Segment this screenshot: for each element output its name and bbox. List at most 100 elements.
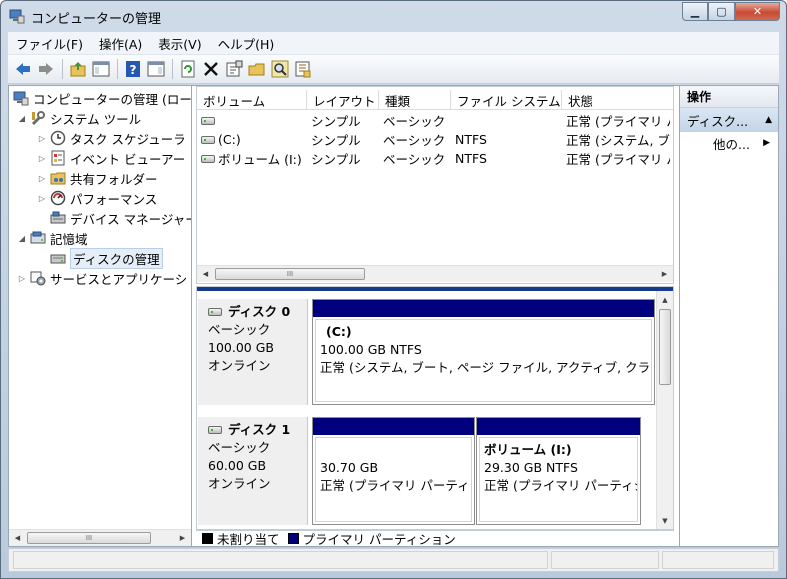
help-button[interactable]: ? <box>122 58 144 80</box>
menu-view[interactable]: 表示(V) <box>150 34 209 53</box>
volume-filesystem: NTFS <box>455 132 487 147</box>
submenu-arrow-icon: ▶ <box>763 138 770 148</box>
partition-c[interactable]: (C:) 100.00 GB NTFS 正常 (システム, ブート, ページ フ… <box>312 299 655 405</box>
column-header-filesystem[interactable]: ファイル システム <box>451 90 562 110</box>
forward-button[interactable] <box>35 58 57 80</box>
maximize-button[interactable]: ▢ <box>708 2 735 21</box>
action-other-operations[interactable]: 他の... ▶ <box>680 132 778 154</box>
disk-state: オンライン <box>208 476 271 491</box>
tree-node-shared-folders[interactable]: ▷ 共有フォルダー <box>37 168 158 188</box>
back-icon <box>16 63 30 75</box>
tree-node-services-applications[interactable]: ▷ サービスとアプリケーシ <box>17 268 187 288</box>
expand-arrow-icon[interactable]: ▷ <box>37 154 47 163</box>
tree-node-system-tools[interactable]: ◢ システム ツール <box>17 108 141 128</box>
volume-row[interactable]: ボリューム (I:) シンプル ベーシック NTFS 正常 (プライマリ パ <box>197 149 670 168</box>
svg-text:?: ? <box>130 63 137 77</box>
collapse-up-icon[interactable]: ▲ <box>765 115 772 125</box>
tree-label: 共有フォルダー <box>70 171 158 187</box>
up-folder-button[interactable] <box>67 58 89 80</box>
tree-node-computer-management[interactable]: コンピューターの管理 (ロー <box>13 88 192 108</box>
scroll-right-arrow-icon[interactable]: ▶ <box>656 266 673 282</box>
scroll-left-arrow-icon[interactable]: ◀ <box>197 266 214 282</box>
tree-node-disk-management[interactable]: ディスクの管理 <box>50 247 163 269</box>
properties-button[interactable] <box>223 58 245 80</box>
scroll-thumb[interactable]: III <box>215 268 365 280</box>
back-button[interactable] <box>12 58 34 80</box>
menu-file[interactable]: ファイル(F) <box>8 34 91 53</box>
export-list-button[interactable] <box>292 58 314 80</box>
tree-node-performance[interactable]: ▷ パフォーマンス <box>37 188 157 208</box>
column-header-status[interactable]: 状態 <box>562 90 673 110</box>
tree-node-task-scheduler[interactable]: ▷ タスク スケジューラ <box>37 128 186 148</box>
tree-label: システム ツール <box>50 111 142 127</box>
close-icon: ✕ <box>752 5 763 18</box>
close-button[interactable]: ✕ <box>735 2 780 21</box>
volume-type: ベーシック <box>383 152 446 167</box>
menu-help[interactable]: ヘルプ(H) <box>210 34 283 53</box>
scroll-down-arrow-icon[interactable]: ▼ <box>657 512 673 529</box>
toolbar-separator <box>62 59 63 79</box>
search-icon <box>271 60 289 78</box>
event-viewer-icon <box>50 150 66 166</box>
volume-type: ベーシック <box>383 133 446 148</box>
collapse-arrow-icon[interactable]: ◢ <box>17 234 27 243</box>
graph-vertical-scrollbar[interactable]: ▲ ▼ <box>656 291 673 529</box>
volume-row[interactable]: (C:) シンプル ベーシック NTFS 正常 (システム, ブー <box>197 130 670 149</box>
collapse-arrow-icon[interactable]: ◢ <box>17 114 27 123</box>
status-segment <box>551 551 659 569</box>
scroll-up-arrow-icon[interactable]: ▲ <box>657 291 673 308</box>
tree-node-device-manager[interactable]: デバイス マネージャー <box>50 208 192 228</box>
list-horizontal-scrollbar[interactable]: ◀ III ▶ <box>197 265 673 282</box>
volume-filesystem: NTFS <box>455 151 487 166</box>
delete-button[interactable] <box>200 58 222 80</box>
expand-arrow-icon[interactable]: ▷ <box>37 174 47 183</box>
disk-0-label[interactable]: ディスク 0 ベーシック 100.00 GB オンライン <box>198 299 308 405</box>
disk-1-label[interactable]: ディスク 1 ベーシック 60.00 GB オンライン <box>198 417 308 525</box>
minimize-button[interactable]: ▁ <box>682 2 708 21</box>
computer-management-icon <box>9 8 25 24</box>
tree-horizontal-scrollbar[interactable]: ◀ III ▶ <box>9 529 191 546</box>
pane-splitter[interactable] <box>197 287 673 291</box>
partition-i[interactable]: ボリューム (I:) 29.30 GB NTFS 正常 (プライマリ パーティシ <box>476 417 641 525</box>
column-header-layout[interactable]: レイアウト <box>307 90 379 110</box>
tree-node-event-viewer[interactable]: ▷ イベント ビューアー <box>37 148 185 168</box>
menu-action[interactable]: 操作(A) <box>91 34 150 53</box>
scroll-thumb[interactable] <box>659 309 671 385</box>
refresh-button[interactable] <box>177 58 199 80</box>
expand-arrow-icon[interactable]: ▷ <box>37 134 47 143</box>
disk-size: 100.00 GB <box>208 340 274 355</box>
expand-arrow-icon[interactable]: ▷ <box>17 274 27 283</box>
tree-label: デバイス マネージャー <box>70 211 192 227</box>
maximize-icon: ▢ <box>716 5 727 18</box>
search-button[interactable] <box>269 58 291 80</box>
up-folder-icon <box>70 62 86 77</box>
expand-arrow-icon[interactable]: ▷ <box>37 194 47 203</box>
disk-kind: ベーシック <box>208 440 271 455</box>
scroll-thumb[interactable]: III <box>27 532 151 544</box>
volume-list-header: ボリューム レイアウト 種類 ファイル システム 状態 <box>197 90 673 110</box>
column-header-type[interactable]: 種類 <box>379 90 451 110</box>
tree-node-storage[interactable]: ◢ 記憶域 <box>17 228 88 248</box>
tree-label: パフォーマンス <box>70 191 158 207</box>
disk-kind: ベーシック <box>208 322 271 337</box>
partition-unlabeled[interactable]: 30.70 GB 正常 (プライマリ パーティシ <box>312 417 475 525</box>
scroll-left-arrow-icon[interactable]: ◀ <box>9 530 26 546</box>
show-hide-tree-button[interactable] <box>90 58 112 80</box>
volume-row[interactable]: シンプル ベーシック 正常 (プライマリ パ <box>197 111 670 130</box>
partition-status: 正常 (システム, ブート, ページ ファイル, アクティブ, クラッ <box>320 360 652 375</box>
action-pane-header: 操作 <box>680 86 778 108</box>
delete-icon <box>204 62 218 76</box>
volume-layout: シンプル <box>311 133 361 148</box>
device-manager-icon <box>50 210 66 226</box>
open-button[interactable] <box>246 58 268 80</box>
shared-folder-icon <box>50 170 66 186</box>
legend-unallocated: 未割り当て <box>217 532 280 547</box>
column-header-volume[interactable]: ボリューム <box>197 90 307 110</box>
disk-name: ディスク 0 <box>228 304 291 319</box>
tree-label: コンピューターの管理 (ロー <box>33 91 192 107</box>
legend-primary: プライマリ パーティション <box>302 532 456 547</box>
scroll-right-arrow-icon[interactable]: ▶ <box>174 530 191 546</box>
action-group-disk-management[interactable]: ディスク... ▲ <box>680 108 778 132</box>
partition-status: 正常 (プライマリ パーティシ <box>484 478 638 493</box>
show-hide-action-pane-button[interactable] <box>145 58 167 80</box>
